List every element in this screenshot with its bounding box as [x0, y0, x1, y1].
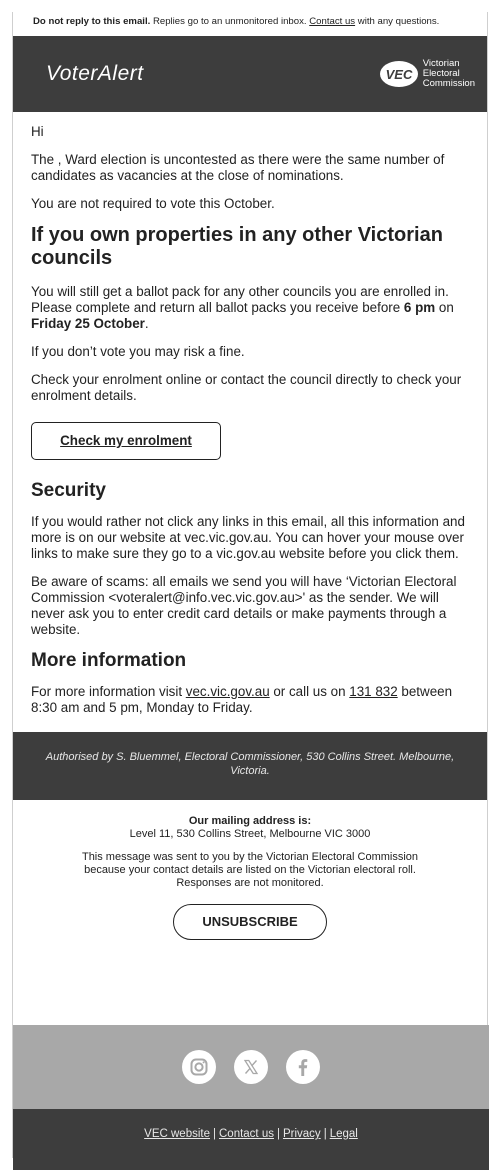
- mailing-section: Our mailing address is: Level 11, 530 Co…: [13, 800, 487, 940]
- mailing-heading: Our mailing address is:: [188, 815, 312, 827]
- deadline-date: Friday 25 October: [31, 316, 145, 331]
- more-info-text: For more information visit: [31, 684, 186, 699]
- ballot-pack-on: on: [435, 300, 454, 315]
- uncontested-paragraph: The , Ward election is uncontested as th…: [31, 152, 445, 183]
- x-icon[interactable]: [234, 1050, 268, 1084]
- fine-paragraph: If you don’t vote you may risk a fine.: [31, 344, 245, 359]
- footer-link-vec-website[interactable]: VEC website: [144, 1128, 210, 1140]
- instagram-icon[interactable]: [182, 1050, 216, 1084]
- preheader-tail: with any questions.: [355, 16, 440, 27]
- mailing-address-text: Level 11, 530 Collins Street, Melbourne …: [129, 828, 371, 840]
- footer-links: VEC website | Contact us | Privacy | Legal: [13, 1109, 489, 1170]
- email-body: Hi The , Ward election is uncontested as…: [13, 112, 487, 716]
- more-info-paragraph: For more information visit vec.vic.gov.a…: [31, 684, 469, 716]
- ballot-pack-end: .: [144, 316, 149, 331]
- preheader-bold: Do not reply to this email.: [33, 16, 151, 27]
- vec-logo-line3: Commission: [422, 78, 475, 89]
- check-enrolment-paragraph: Check your enrolment online or contact t…: [31, 372, 462, 403]
- mailing-notice: This message was sent to you by the Vict…: [81, 851, 419, 889]
- vec-website-link[interactable]: vec.vic.gov.au: [186, 684, 270, 699]
- security-heading: Security: [31, 480, 106, 501]
- ballot-pack-paragraph: You will still get a ballot pack for any…: [31, 284, 469, 332]
- unsubscribe-button[interactable]: UNSUBSCRIBE: [173, 904, 327, 940]
- footer-separator: |: [276, 1128, 280, 1140]
- email-frame: Do not reply to this email. Replies go t…: [12, 12, 489, 1170]
- check-enrolment-button[interactable]: Check my enrolment: [31, 422, 221, 460]
- vec-logo-text: Victorian Electoral Commission: [423, 59, 475, 89]
- ballot-pack-text: You will still get a ballot pack for any…: [31, 284, 449, 315]
- phone-link[interactable]: 131 832: [349, 684, 397, 699]
- more-info-call: or call us on: [269, 684, 350, 699]
- properties-heading: If you own properties in any other Victo…: [31, 224, 443, 269]
- authorisation-banner: Authorised by S. Bluemmel, Electoral Com…: [13, 732, 487, 800]
- footer-separator: |: [323, 1128, 327, 1140]
- more-info-heading: More information: [31, 650, 187, 671]
- not-required-paragraph: You are not required to vote this Octobe…: [31, 196, 275, 211]
- preheader-contact-link[interactable]: Contact us: [309, 16, 355, 27]
- deadline-time: 6 pm: [403, 300, 436, 315]
- vec-logo: VEC Victorian Electoral Commission: [379, 59, 475, 89]
- scams-paragraph: Be aware of scams: all emails we send yo…: [31, 574, 457, 637]
- preheader-text: Replies go to an unmonitored inbox.: [150, 16, 310, 27]
- security-paragraph: If you would rather not click any links …: [31, 514, 465, 561]
- footer-link-contact-us[interactable]: Contact us: [219, 1128, 274, 1140]
- footer-separator: |: [213, 1128, 216, 1140]
- vec-logo-badge: VEC: [379, 60, 419, 88]
- footer-link-legal[interactable]: Legal: [330, 1128, 358, 1140]
- footer-link-privacy[interactable]: Privacy: [283, 1128, 321, 1140]
- preheader: Do not reply to this email. Replies go t…: [13, 12, 487, 36]
- greeting: Hi: [31, 124, 44, 139]
- social-bar: [13, 1025, 489, 1109]
- brand-title: VoterAlert: [46, 62, 144, 85]
- mailing-address: Our mailing address is: Level 11, 530 Co…: [13, 815, 487, 841]
- facebook-icon[interactable]: [286, 1050, 320, 1084]
- email-header: VoterAlert VEC Victorian Electoral Commi…: [13, 36, 487, 112]
- vec-logo-abbr: VEC: [385, 67, 412, 82]
